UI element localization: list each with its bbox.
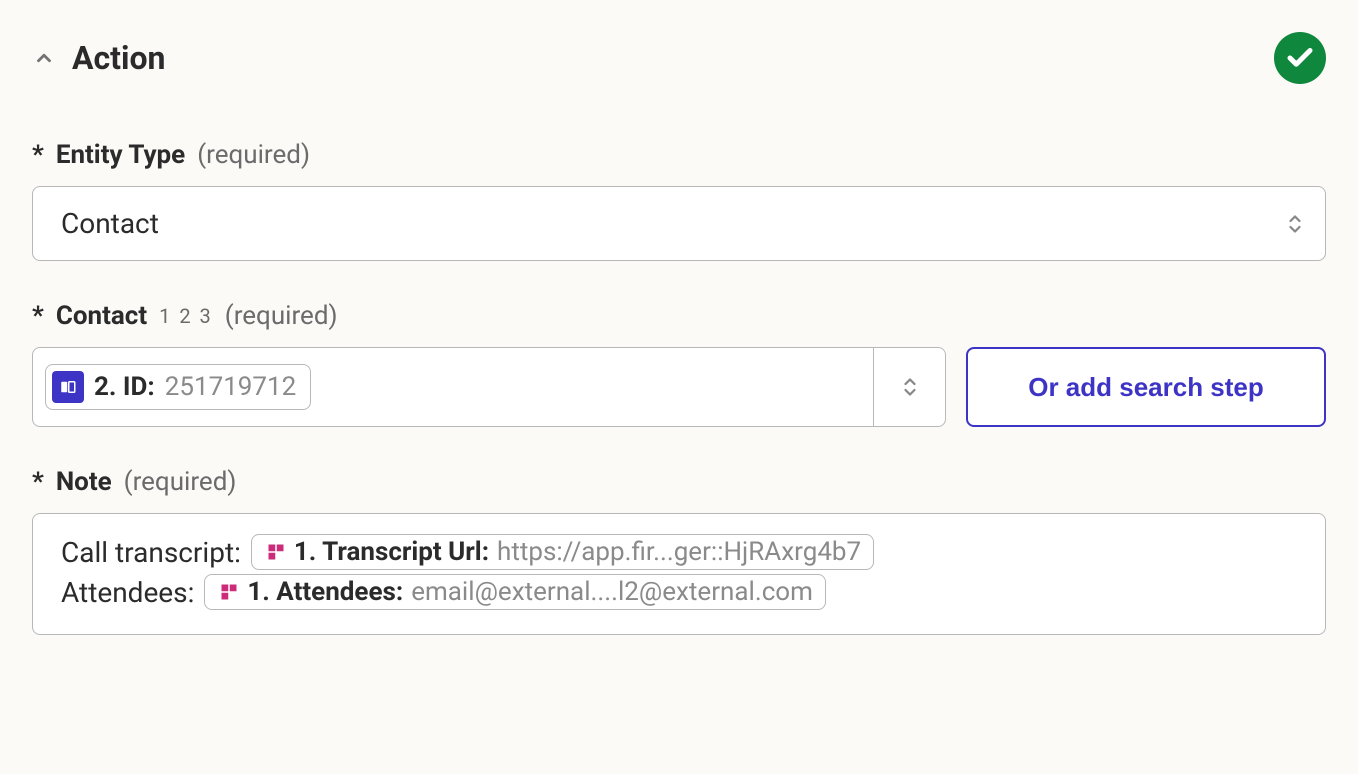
contact-input[interactable]: 2. ID: 251719712 <box>32 347 946 427</box>
field-label: Contact <box>56 301 147 331</box>
section-header: Action <box>32 32 1326 84</box>
contact-input-main: 2. ID: 251719712 <box>33 348 873 426</box>
field-note: * Note (required) Call transcript: 1. Tr… <box>32 467 1326 635</box>
contact-expand-button[interactable] <box>873 348 945 426</box>
section-header-left: Action <box>32 39 165 77</box>
required-hint: (required) <box>124 467 237 497</box>
pill-value: https://app.fir...ger::HjRAxrg4b7 <box>497 537 861 567</box>
required-asterisk: * <box>32 301 44 331</box>
chevron-up-icon[interactable] <box>32 46 56 70</box>
section-title: Action <box>72 39 165 77</box>
pill-label: 1. Transcript Url: <box>294 537 489 567</box>
field-label: Note <box>56 467 112 497</box>
field-entity-type: * Entity Type (required) Contact <box>32 140 1326 261</box>
field-label-row: * Contact 1 2 3 (required) <box>32 301 1326 331</box>
entity-type-value: Contact <box>61 207 159 240</box>
phone-card-icon <box>52 371 84 403</box>
transcript-url-pill[interactable]: 1. Transcript Url: https://app.fir...ger… <box>251 534 874 570</box>
note-line-transcript: Call transcript: 1. Transcript Url: http… <box>61 534 1297 570</box>
numeric-hint-icon: 1 2 3 <box>159 304 213 328</box>
select-chevrons-icon <box>1285 212 1305 236</box>
note-line-prefix: Call transcript: <box>61 536 241 569</box>
add-search-step-button[interactable]: Or add search step <box>966 347 1326 427</box>
field-label-row: * Entity Type (required) <box>32 140 1326 170</box>
field-label-row: * Note (required) <box>32 467 1326 497</box>
contact-pill[interactable]: 2. ID: 251719712 <box>45 364 311 410</box>
note-input[interactable]: Call transcript: 1. Transcript Url: http… <box>32 513 1326 635</box>
pill-label: 1. Attendees: <box>247 577 403 607</box>
note-line-attendees: Attendees: 1. Attendees: email@external.… <box>61 574 1297 610</box>
contact-pill-label: 2. ID: <box>94 372 155 402</box>
fireflies-icon <box>266 542 286 562</box>
required-asterisk: * <box>32 467 44 497</box>
fireflies-icon <box>219 582 239 602</box>
status-success-badge <box>1274 32 1326 84</box>
entity-type-select[interactable]: Contact <box>32 186 1326 261</box>
attendees-pill[interactable]: 1. Attendees: email@external....l2@exter… <box>204 574 826 610</box>
field-contact: * Contact 1 2 3 (required) 2. ID: 251719… <box>32 301 1326 427</box>
add-search-step-label: Or add search step <box>1028 372 1264 403</box>
contact-pill-value: 251719712 <box>165 372 297 402</box>
required-asterisk: * <box>32 140 44 170</box>
contact-row: 2. ID: 251719712 Or add search step <box>32 347 1326 427</box>
pill-value: email@external....l2@external.com <box>411 577 813 607</box>
field-label: Entity Type <box>56 140 185 170</box>
required-hint: (required) <box>197 140 310 170</box>
note-line-prefix: Attendees: <box>61 576 194 609</box>
required-hint: (required) <box>225 301 338 331</box>
